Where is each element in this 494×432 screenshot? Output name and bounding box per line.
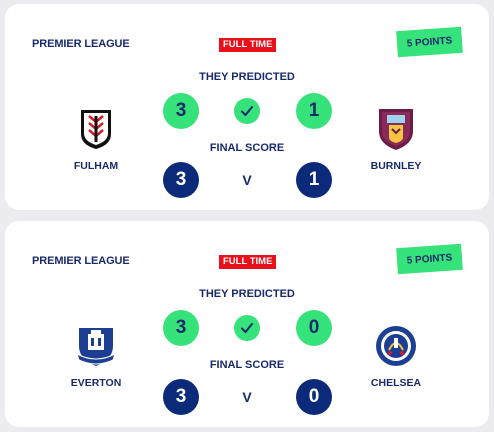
final-home-score: 3 [163,379,199,415]
points-badge: 5 POINTS [396,26,463,58]
check-icon [234,98,260,124]
versus-label: V [242,172,252,188]
home-team-name: EVERTON [70,377,122,389]
predicted-away-score: 1 [296,93,332,129]
match-card[interactable]: PREMIER LEAGUE FULL TIME 5 POINTS THEY P… [5,221,489,427]
predicted-away-score: 0 [296,310,332,346]
away-team-name: BURNLEY [370,160,422,172]
league-name: PREMIER LEAGUE [32,38,130,50]
away-team-name: CHELSEA [370,377,422,389]
points-badge: 5 POINTS [396,243,463,275]
versus-label: V [242,389,252,405]
league-name: PREMIER LEAGUE [32,255,130,267]
full-time-badge: FULL TIME [219,38,277,52]
predicted-label: THEY PREDICTED [199,288,295,300]
match-card[interactable]: PREMIER LEAGUE FULL TIME 5 POINTS THEY P… [5,4,489,210]
check-icon [234,315,260,341]
full-time-badge: FULL TIME [219,255,277,269]
final-score-label: FINAL SCORE [209,142,285,154]
final-score-label: FINAL SCORE [209,359,285,371]
predicted-home-score: 3 [163,310,199,346]
predicted-label: THEY PREDICTED [199,71,295,83]
final-home-score: 3 [163,162,199,198]
home-team-name: FULHAM [73,160,119,172]
final-away-score: 0 [296,379,332,415]
final-away-score: 1 [296,162,332,198]
predicted-home-score: 3 [163,93,199,129]
